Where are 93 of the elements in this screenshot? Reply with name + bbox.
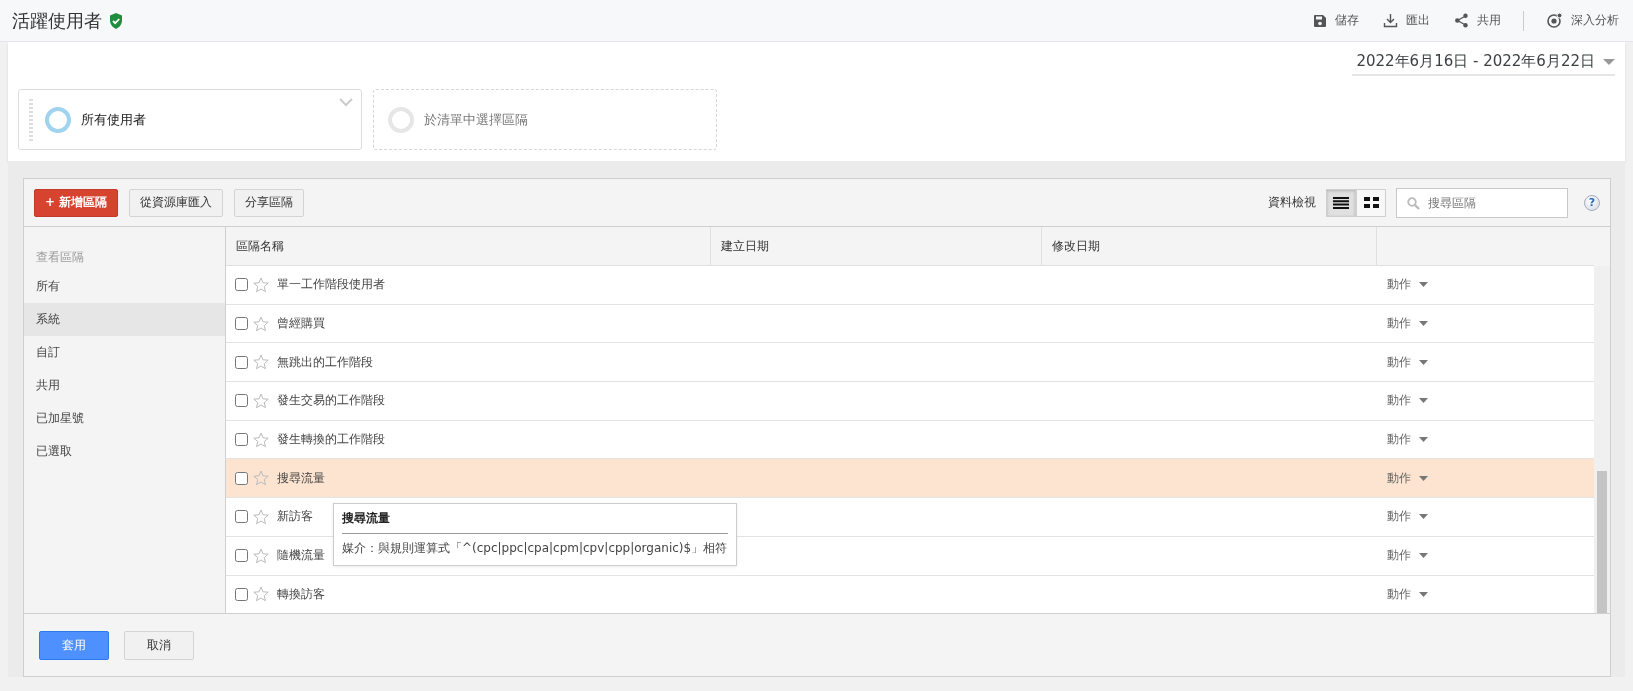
column-header: 建立日期 bbox=[721, 239, 769, 253]
segment-name: 發生轉換的工作階段 bbox=[277, 431, 385, 449]
sidebar-item[interactable]: 所有 bbox=[24, 270, 225, 303]
caret-icon bbox=[1419, 437, 1428, 443]
star-icon[interactable] bbox=[253, 547, 269, 564]
caret-icon bbox=[1419, 359, 1428, 365]
segment-card[interactable]: 所有使用者 bbox=[18, 89, 362, 150]
cancel-button[interactable]: 取消 bbox=[124, 630, 194, 660]
star-icon[interactable] bbox=[253, 470, 269, 487]
action-dropdown[interactable]: 動作 bbox=[1377, 430, 1434, 450]
search-icon bbox=[1407, 196, 1420, 210]
caret-icon bbox=[1419, 591, 1428, 597]
segment-name: 新訪客 bbox=[277, 508, 313, 526]
row-checkbox[interactable] bbox=[235, 471, 248, 485]
insights-icon bbox=[1546, 12, 1563, 29]
row-checkbox[interactable] bbox=[235, 278, 248, 292]
sidebar-item[interactable]: 已選取 bbox=[24, 435, 225, 468]
action-dropdown[interactable]: 動作 bbox=[1377, 468, 1434, 488]
row-checkbox[interactable] bbox=[235, 317, 248, 331]
star-icon[interactable] bbox=[253, 508, 269, 525]
view-label: 資料檢視 bbox=[1268, 194, 1316, 211]
share-icon bbox=[1454, 13, 1469, 28]
row-checkbox[interactable] bbox=[235, 549, 248, 563]
action-dropdown[interactable]: 動作 bbox=[1377, 275, 1434, 295]
header-action-button[interactable]: 共用 bbox=[1452, 10, 1503, 31]
segment-name: 單一工作階段使用者 bbox=[277, 276, 385, 294]
column-header: 修改日期 bbox=[1052, 239, 1100, 253]
star-icon[interactable] bbox=[253, 315, 269, 332]
toolbar-button[interactable]: 從資源庫匯入 bbox=[129, 188, 224, 217]
date-range-dropdown[interactable]: 2022年6月16日 - 2022年6月22日 bbox=[1352, 52, 1615, 76]
table-row[interactable]: 無跳出的工作階段 動作 bbox=[226, 343, 1594, 383]
help-icon[interactable]: ? bbox=[1584, 194, 1600, 211]
action-dropdown[interactable]: 動作 bbox=[1377, 391, 1434, 411]
toolbar-button[interactable]: 分享區隔 bbox=[234, 188, 305, 217]
caret-icon bbox=[1419, 282, 1428, 288]
segment-label: 於清單中選擇區隔 bbox=[424, 110, 528, 129]
row-checkbox[interactable] bbox=[235, 587, 248, 601]
sidebar-item[interactable]: 已加星號 bbox=[24, 402, 225, 435]
segment-name: 搜尋流量 bbox=[277, 469, 325, 487]
row-checkbox[interactable] bbox=[235, 394, 248, 408]
caret-icon bbox=[1419, 553, 1428, 559]
sidebar-item[interactable]: 自訂 bbox=[24, 336, 225, 369]
sidebar-item[interactable]: 系統 bbox=[24, 303, 225, 336]
caret-icon bbox=[1419, 514, 1428, 520]
tooltip-title: 搜尋流量 bbox=[342, 510, 390, 527]
caret-icon bbox=[1419, 475, 1428, 481]
new-segment-button[interactable]: + 新增區隔 bbox=[34, 188, 119, 217]
save-icon bbox=[1313, 13, 1327, 28]
list-view-button[interactable] bbox=[1326, 188, 1356, 217]
segment-name: 發生交易的工作階段 bbox=[277, 392, 385, 410]
star-icon[interactable] bbox=[253, 586, 269, 603]
header-action-button[interactable]: 匯出 bbox=[1381, 10, 1432, 31]
page-title: 活躍使用者 bbox=[12, 8, 102, 33]
chevron-down-icon[interactable] bbox=[339, 98, 353, 107]
segment-name: 轉換訪客 bbox=[277, 585, 325, 603]
table-row[interactable]: 曾經購買 動作 bbox=[226, 304, 1594, 344]
tooltip-text: 媒介：與規則運算式「^(cpc|ppc|cpa|cpm|cpv|cpp|organic)$」相符 bbox=[342, 540, 728, 557]
drag-handle-icon[interactable] bbox=[29, 98, 33, 141]
row-checkbox[interactable] bbox=[235, 433, 248, 447]
segment-name: 曾經購買 bbox=[277, 315, 325, 333]
action-dropdown[interactable]: 動作 bbox=[1377, 352, 1434, 372]
sidebar-heading: 查看區隔 bbox=[35, 249, 84, 266]
column-header: 區隔名稱 bbox=[236, 239, 284, 253]
header-action-button[interactable]: 深入分析 bbox=[1544, 10, 1621, 31]
table-row[interactable]: 發生交易的工作階段 動作 bbox=[226, 382, 1594, 421]
grid-view-button[interactable] bbox=[1356, 188, 1386, 217]
action-dropdown[interactable]: 動作 bbox=[1377, 584, 1434, 604]
table-row[interactable]: 單一工作階段使用者 動作 bbox=[226, 266, 1594, 305]
star-icon[interactable] bbox=[253, 276, 269, 293]
segment-label: 所有使用者 bbox=[81, 110, 146, 129]
ring-icon bbox=[388, 106, 414, 133]
list-icon bbox=[1333, 196, 1349, 209]
ring-icon bbox=[45, 106, 71, 133]
sidebar-item[interactable]: 共用 bbox=[24, 369, 225, 402]
action-dropdown[interactable]: 動作 bbox=[1377, 314, 1434, 334]
download-icon bbox=[1383, 13, 1398, 28]
segment-placeholder-card[interactable]: 於清單中選擇區隔 bbox=[373, 89, 717, 150]
grid-icon bbox=[1363, 197, 1379, 208]
row-checkbox[interactable] bbox=[235, 510, 248, 524]
scrollbar[interactable] bbox=[1594, 266, 1610, 613]
row-checkbox[interactable] bbox=[235, 355, 248, 369]
caret-icon bbox=[1419, 321, 1428, 327]
caret-icon bbox=[1419, 398, 1428, 404]
segment-name: 無跳出的工作階段 bbox=[277, 353, 373, 371]
action-dropdown[interactable]: 動作 bbox=[1377, 546, 1434, 566]
star-icon[interactable] bbox=[253, 392, 269, 409]
search-field[interactable]: 搜尋區隔 bbox=[1396, 187, 1568, 218]
caret-icon bbox=[1603, 58, 1615, 65]
star-icon[interactable] bbox=[253, 431, 269, 448]
action-dropdown[interactable]: 動作 bbox=[1377, 507, 1434, 527]
segment-name: 隨機流量 bbox=[277, 547, 325, 565]
star-icon[interactable] bbox=[253, 354, 269, 371]
header-action-button[interactable]: 儲存 bbox=[1311, 10, 1361, 31]
